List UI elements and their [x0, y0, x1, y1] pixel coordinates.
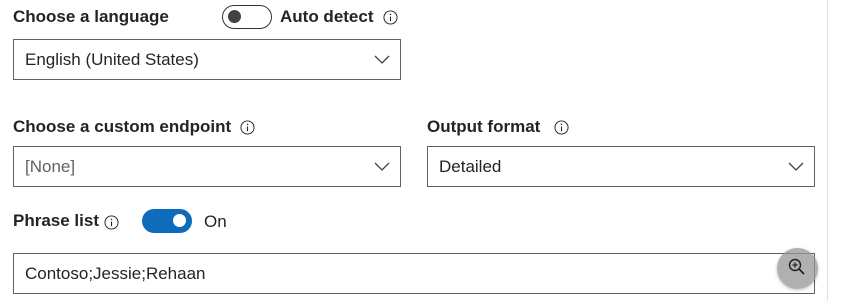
custom-endpoint-selected-value: [None] — [25, 157, 76, 176]
custom-endpoint-label: Choose a custom endpoint — [13, 117, 232, 136]
phrase-list-input[interactable]: Contoso;Jessie;Rehaan — [13, 253, 815, 294]
chevron-down-icon — [374, 162, 390, 171]
info-icon[interactable] — [104, 215, 119, 230]
settings-panel: Choose a language Auto detect English (U… — [0, 0, 828, 301]
zoom-in-button[interactable] — [777, 248, 818, 289]
language-dropdown[interactable]: English (United States) — [13, 39, 401, 80]
custom-endpoint-dropdown[interactable]: [None] — [13, 146, 401, 187]
phrase-list-toggle-state: On — [204, 212, 227, 231]
chevron-down-icon — [788, 162, 804, 171]
phrase-list-label: Phrase list — [13, 211, 99, 230]
chevron-down-icon — [374, 55, 390, 64]
zoom-in-icon — [788, 258, 805, 275]
auto-detect-toggle[interactable] — [222, 5, 272, 29]
info-icon[interactable] — [240, 120, 255, 135]
language-label: Choose a language — [13, 7, 169, 26]
info-icon[interactable] — [554, 120, 569, 135]
auto-detect-label: Auto detect — [280, 7, 374, 26]
info-icon[interactable] — [383, 10, 398, 25]
language-selected-value: English (United States) — [25, 50, 199, 69]
phrase-list-value: Contoso;Jessie;Rehaan — [25, 264, 206, 283]
output-format-selected-value: Detailed — [439, 157, 502, 176]
output-format-label: Output format — [427, 117, 541, 136]
toggle-knob — [228, 10, 241, 23]
output-format-dropdown[interactable]: Detailed — [427, 146, 815, 187]
toggle-knob — [173, 214, 186, 227]
phrase-list-toggle[interactable] — [142, 209, 192, 233]
